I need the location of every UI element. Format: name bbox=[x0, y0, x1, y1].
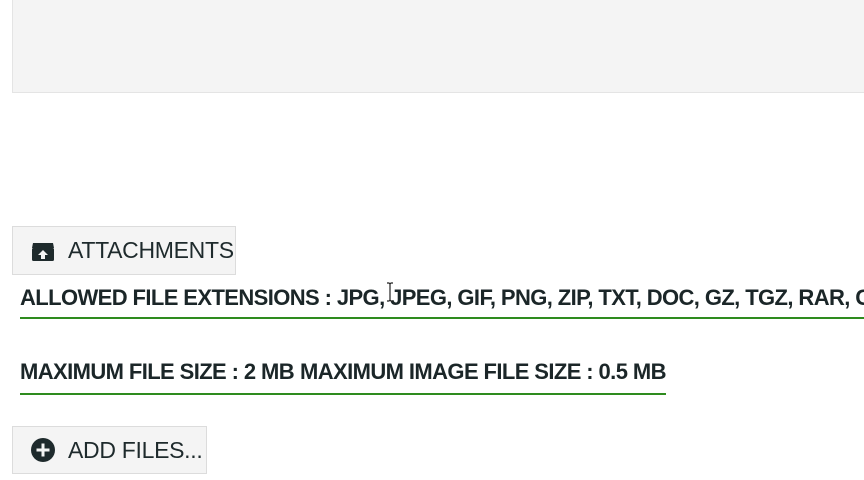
attachments-button[interactable]: ATTACHMENTS bbox=[12, 226, 236, 275]
add-files-button[interactable]: ADD FILES... bbox=[12, 426, 207, 474]
text-cursor-icon bbox=[386, 282, 394, 302]
message-text-area[interactable] bbox=[12, 0, 864, 93]
add-files-button-label: ADD FILES... bbox=[68, 436, 203, 463]
page: ATTACHMENTS ALLOWED FILE EXTENSIONS : JP… bbox=[0, 0, 864, 480]
max-file-size-text: MAXIMUM FILE SIZE : 2 MB bbox=[20, 359, 295, 384]
archive-box-icon bbox=[30, 238, 56, 264]
allowed-extensions-info: ALLOWED FILE EXTENSIONS : JPG, JPEG, GIF… bbox=[20, 283, 864, 319]
attachments-button-label: ATTACHMENTS bbox=[68, 237, 234, 263]
max-image-size-text: MAXIMUM IMAGE FILE SIZE : 0.5 MB bbox=[300, 359, 666, 384]
plus-circle-icon bbox=[30, 437, 56, 463]
allowed-extensions-text: ALLOWED FILE EXTENSIONS : JPG, JPEG, GIF… bbox=[20, 285, 864, 310]
file-size-info: MAXIMUM FILE SIZE : 2 MB MAXIMUM IMAGE FI… bbox=[20, 357, 666, 395]
